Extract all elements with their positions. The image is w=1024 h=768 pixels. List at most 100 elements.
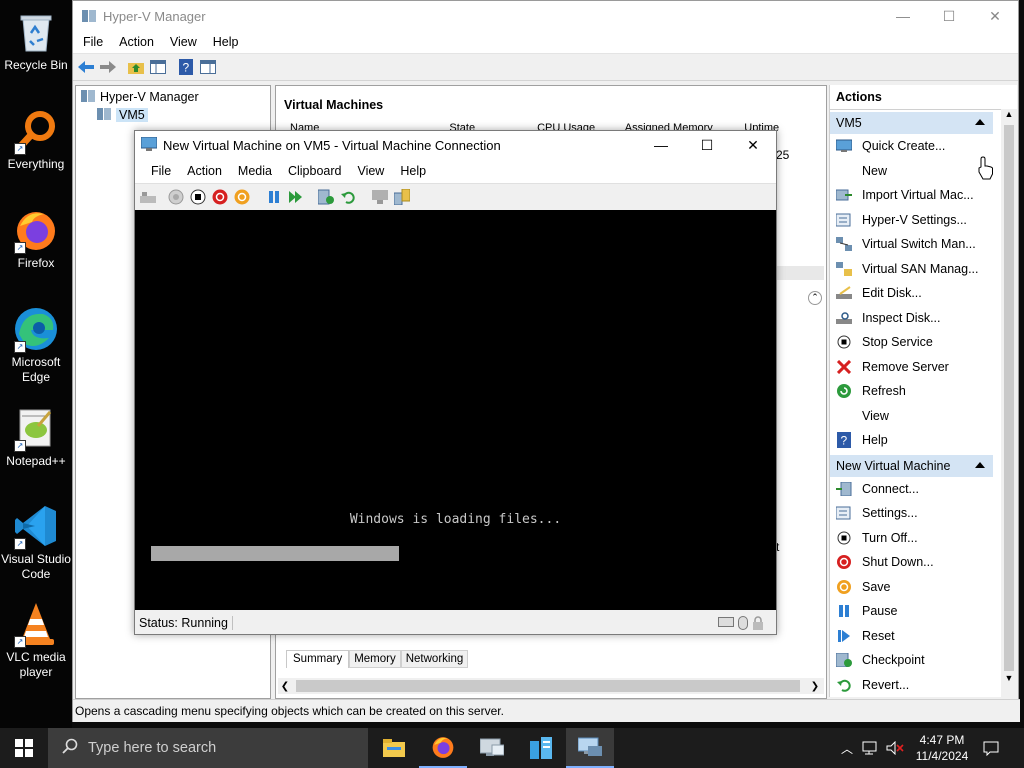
- action-stop-service[interactable]: Stop Service: [830, 330, 1017, 355]
- checkpoints-collapse-icon[interactable]: ⌃: [808, 291, 822, 305]
- vmc-menu-media[interactable]: Media: [230, 164, 280, 178]
- windows-logo-icon: [15, 739, 33, 757]
- desktop-icon-notepadpp[interactable]: ↗ Notepad++: [0, 404, 72, 469]
- save-vm-icon[interactable]: [233, 188, 251, 206]
- action-inspect-disk[interactable]: Inspect Disk...: [830, 306, 1017, 331]
- vmc-titlebar[interactable]: New Virtual Machine on VM5 - Virtual Mac…: [135, 131, 776, 159]
- action-settings[interactable]: Settings...: [830, 501, 1017, 526]
- taskbar-file-explorer[interactable]: [370, 728, 418, 768]
- action-import-vm[interactable]: Import Virtual Mac...: [830, 183, 1017, 208]
- vmc-statusbar: Status: Running: [135, 611, 776, 634]
- vmc-menu-action[interactable]: Action: [179, 164, 230, 178]
- scroll-up-icon[interactable]: ▲: [1001, 109, 1017, 123]
- collapse-icon[interactable]: [975, 119, 985, 125]
- action-edit-disk[interactable]: Edit Disk...: [830, 281, 1017, 306]
- taskbar-firefox[interactable]: [419, 728, 467, 768]
- desktop-icon-vlc[interactable]: ↗ VLC media player: [0, 600, 72, 680]
- back-icon[interactable]: [77, 58, 95, 76]
- action-virtual-san[interactable]: Virtual SAN Manag...: [830, 257, 1017, 282]
- action-remove-server[interactable]: Remove Server: [830, 355, 1017, 380]
- actions-scrollbar[interactable]: ▲ ▼: [1001, 109, 1017, 697]
- show-hide-action-pane-icon[interactable]: [199, 58, 217, 76]
- taskbar-app-4[interactable]: [517, 728, 565, 768]
- notification-center-button[interactable]: [978, 728, 1004, 768]
- minimize-button[interactable]: —: [880, 1, 926, 31]
- vm-list-scrollbar[interactable]: [776, 266, 824, 280]
- reset-vm-icon[interactable]: [287, 188, 305, 206]
- scroll-right-icon[interactable]: ❯: [808, 681, 822, 692]
- vmc-minimize-button[interactable]: —: [638, 131, 684, 159]
- enhanced-session-icon[interactable]: [371, 188, 389, 206]
- tab-memory[interactable]: Memory: [349, 650, 401, 668]
- vmc-menu-clipboard[interactable]: Clipboard: [280, 164, 350, 178]
- menu-action[interactable]: Action: [111, 35, 162, 49]
- pause-vm-icon[interactable]: [265, 188, 283, 206]
- actions-section-vm5[interactable]: VM5: [830, 112, 993, 134]
- taskbar-search-box[interactable]: Type here to search: [48, 728, 368, 768]
- desktop-icon-firefox[interactable]: ↗ Firefox: [0, 206, 72, 271]
- action-refresh[interactable]: Refresh: [830, 379, 1017, 404]
- clock-time: 4:47 PM: [919, 733, 965, 747]
- action-quick-create[interactable]: Quick Create...: [830, 134, 1017, 159]
- menu-view[interactable]: View: [162, 35, 205, 49]
- action-virtual-switch[interactable]: Virtual Switch Man...: [830, 232, 1017, 257]
- network-icon[interactable]: [860, 728, 882, 768]
- actions-scroll-thumb[interactable]: [1004, 125, 1014, 671]
- action-turn-off[interactable]: Turn Off...: [830, 526, 1017, 551]
- show-hidden-icons-button[interactable]: ︿: [838, 728, 856, 768]
- taskbar-app-3[interactable]: [468, 728, 516, 768]
- action-pause[interactable]: Pause: [830, 599, 1017, 624]
- vmc-menu-file[interactable]: File: [143, 164, 179, 178]
- action-save[interactable]: Save: [830, 575, 1017, 600]
- maximize-button[interactable]: ☐: [926, 1, 972, 31]
- vmc-maximize-button[interactable]: ☐: [684, 131, 730, 159]
- taskbar-clock[interactable]: 4:47 PM 11/4/2024: [910, 728, 974, 768]
- tree-item-root[interactable]: Hyper-V Manager: [76, 88, 270, 106]
- vmc-close-button[interactable]: ✕: [730, 131, 776, 159]
- tree-item-vm5[interactable]: VM5: [76, 106, 270, 124]
- shortcut-arrow-icon: ↗: [14, 636, 26, 648]
- up-folder-icon[interactable]: [127, 58, 145, 76]
- forward-icon[interactable]: [99, 58, 117, 76]
- shut-down-vm-icon[interactable]: [211, 188, 229, 206]
- vm-display[interactable]: Windows is loading files...: [135, 210, 776, 610]
- ctrl-alt-del-icon[interactable]: [139, 188, 157, 206]
- desktop-icon-edge[interactable]: ↗ Microsoft Edge: [0, 305, 72, 385]
- desktop-icon-everything[interactable]: ↗ Everything: [0, 107, 72, 172]
- show-hide-console-tree-icon[interactable]: [149, 58, 167, 76]
- menu-help[interactable]: Help: [205, 35, 247, 49]
- action-shut-down[interactable]: Shut Down...: [830, 550, 1017, 575]
- hyperv-titlebar[interactable]: Hyper-V Manager — ☐ ✕: [73, 1, 1018, 31]
- scroll-down-icon[interactable]: ▼: [1001, 673, 1017, 687]
- menu-file[interactable]: File: [75, 35, 111, 49]
- collapse-icon[interactable]: [975, 461, 985, 468]
- action-checkpoint[interactable]: Checkpoint: [830, 648, 1017, 673]
- turn-off-vm-icon[interactable]: [189, 188, 207, 206]
- action-revert[interactable]: Revert...: [830, 673, 1017, 698]
- scroll-left-icon[interactable]: ❮: [278, 681, 292, 692]
- action-help[interactable]: ? Help: [830, 428, 1017, 453]
- actions-section-vm[interactable]: New Virtual Machine: [830, 454, 993, 477]
- close-button[interactable]: ✕: [972, 1, 1018, 31]
- revert-vm-icon[interactable]: [339, 188, 357, 206]
- checkpoint-vm-icon[interactable]: [317, 188, 335, 206]
- action-hyperv-settings[interactable]: Hyper-V Settings...: [830, 208, 1017, 233]
- vmc-menu-help[interactable]: Help: [392, 164, 434, 178]
- horizontal-scroll-thumb[interactable]: [296, 680, 800, 692]
- share-icon[interactable]: [393, 188, 411, 206]
- help-toolbar-icon[interactable]: ?: [177, 58, 195, 76]
- action-reset[interactable]: Reset: [830, 624, 1017, 649]
- desktop-icon-recycle-bin[interactable]: Recycle Bin: [0, 8, 72, 73]
- horizontal-scrollbar[interactable]: ❮ ❯: [278, 678, 824, 694]
- action-view[interactable]: View: [830, 404, 1017, 429]
- start-button[interactable]: [0, 728, 48, 768]
- tab-summary[interactable]: Summary: [286, 650, 350, 668]
- taskbar-hyperv[interactable]: [566, 728, 614, 768]
- vmc-menu-view[interactable]: View: [349, 164, 392, 178]
- action-connect[interactable]: Connect...: [830, 477, 1017, 502]
- notification-icon: [983, 741, 999, 756]
- start-vm-icon[interactable]: [167, 188, 185, 206]
- tab-networking[interactable]: Networking: [400, 650, 469, 668]
- desktop-icon-vscode[interactable]: ↗ Visual Studio Code: [0, 502, 72, 582]
- volume-muted-icon[interactable]: [884, 728, 906, 768]
